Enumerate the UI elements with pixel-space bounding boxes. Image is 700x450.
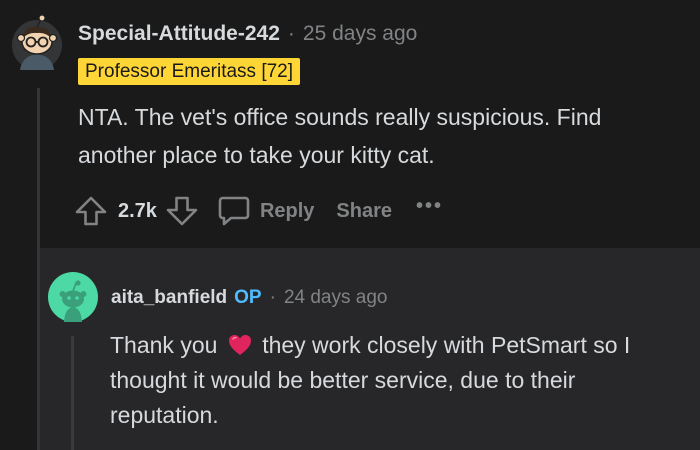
reply-label: Reply [259,199,315,222]
share-button[interactable]: Share [336,200,392,223]
user-avatar[interactable] [10,14,64,72]
downvote-arrow-icon [166,196,198,226]
reply-button[interactable]: Reply [217,195,314,227]
meta-separator: · [287,22,295,45]
vote-count: 2.7k [118,199,157,222]
reply-user-avatar[interactable] [48,272,98,322]
comment-meta: Special-Attitude-242 · 25 days ago [78,20,417,48]
upvote-arrow-icon [75,196,107,226]
op-badge: OP [234,287,262,308]
reply-body: Thank you they work closely with PetSmar… [110,328,690,433]
default-snoo-avatar-icon [48,272,98,322]
comment-username[interactable]: Special-Attitude-242 [78,22,280,46]
speech-bubble-icon [218,196,250,226]
reply-username[interactable]: aita_banfield [111,287,227,309]
reply-thread-line[interactable] [71,336,74,450]
comment-actions: 2.7k Reply Share ••• [74,193,443,229]
more-options-button[interactable]: ••• [416,196,443,216]
comment-thread: Special-Attitude-242 · 25 days ago Profe… [0,0,700,450]
user-flair: Professor Emeritass [72] [78,58,301,85]
snoo-avatar-icon [12,14,62,70]
red-heart-icon [228,335,251,355]
reply-meta: aita_banfield OP · 24 days ago [111,285,387,311]
comment-timestamp[interactable]: 25 days ago [303,22,417,46]
reply-meta-separator: · [269,287,276,308]
reply-timestamp[interactable]: 24 days ago [284,287,388,309]
comment-body: NTA. The vet's office sounds really susp… [78,104,602,168]
downvote-button[interactable] [165,194,199,228]
upvote-button[interactable] [74,194,108,228]
reply-body-start: Thank you [110,332,218,358]
